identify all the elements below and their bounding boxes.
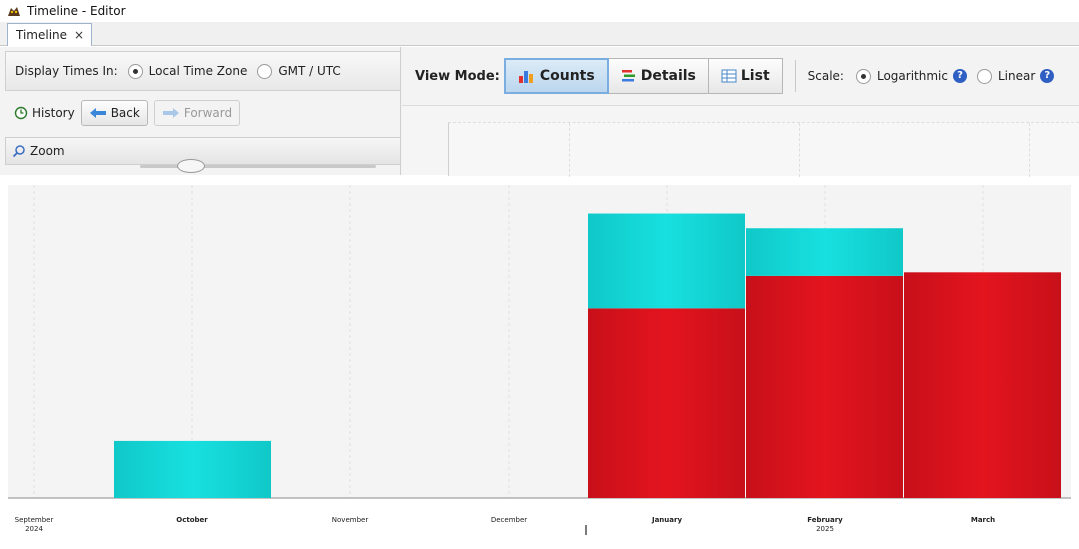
forward-button[interactable]: Forward [153,100,241,126]
preview-gridline [799,123,800,177]
radio-logarithmic[interactable]: Logarithmic [855,68,948,84]
x-tick-sublabel: 2025 [816,525,834,533]
preview-gridline [1029,123,1030,177]
x-tick-label: January [651,516,682,524]
linear-label: Linear [997,69,1036,83]
radio-selected-icon [127,63,143,79]
logarithmic-label: Logarithmic [876,69,948,83]
back-arrow-icon [89,108,106,118]
window-titlebar: Timeline - Editor [0,0,1079,22]
table-icon [721,69,737,83]
bar-january-series-0[interactable] [588,308,745,498]
top-controls: Display Times In: Local Time Zone GMT / … [0,47,1079,177]
tab-strip: Timeline × [0,22,1079,46]
view-mode-label: View Mode: [415,68,500,84]
radio-gmt-utc[interactable]: GMT / UTC [257,63,341,79]
left-panel: Display Times In: Local Time Zone GMT / … [5,47,401,175]
details-label: Details [640,68,696,84]
radio-local-time-zone[interactable]: Local Time Zone [127,63,248,79]
timeline-preview [402,105,1079,177]
history-row: History Back Forward [5,93,401,133]
preview-gridline [569,123,570,177]
x-tick-label: September [15,516,54,524]
counts-label: Counts [539,68,595,84]
right-panel: View Mode: Counts Details List Scale: Lo… [402,47,1079,177]
bar-march-series-0[interactable] [904,272,1061,498]
x-tick-label: March [971,516,995,524]
forward-arrow-icon [162,108,179,118]
zoom-slider-thumb[interactable] [177,159,205,173]
toolbar-divider [794,60,796,92]
counts-chart: September 2024 October November December Janu… [0,180,1079,549]
radio-unselected-icon [257,63,273,79]
radio-unselected-icon [976,68,992,84]
radio-linear[interactable]: Linear [976,68,1036,84]
list-label: List [740,68,770,84]
counts-mode-button[interactable]: Counts [503,58,609,94]
bar-october-series-1[interactable] [114,440,271,498]
zoom-slider-track[interactable] [140,165,376,168]
x-tick-label: February [807,516,843,524]
tab-label: Timeline [16,28,68,42]
zoom-slider-row [5,159,401,175]
bar-february-series-0[interactable] [746,275,903,498]
close-icon[interactable]: × [74,28,84,42]
bar-chart-icon [518,71,533,83]
history-label-group: History [14,106,75,120]
help-icon[interactable]: ? [952,69,967,83]
back-button[interactable]: Back [80,100,148,126]
x-tick-sublabel: 2024 [25,525,43,533]
tab-timeline[interactable]: Timeline × [7,23,92,46]
radio-gmt-label: GMT / UTC [278,64,341,78]
details-mode-button[interactable]: Details [608,58,709,94]
history-icon [14,106,28,120]
time-zone-row: Display Times In: Local Time Zone GMT / … [5,51,401,91]
preview-plot-area [448,122,1079,177]
x-tick-label: October [176,516,208,524]
zoom-header[interactable]: Zoom [5,137,401,165]
window-title: Timeline - Editor [27,4,126,18]
forward-label: Forward [183,106,233,120]
view-mode-toolbar: View Mode: Counts Details List Scale: Lo… [402,55,1079,97]
magnifier-icon [12,145,25,158]
app-icon [8,7,20,16]
history-label: History [32,106,75,120]
bar-january-series-1[interactable] [588,213,745,309]
zoom-label: Zoom [30,144,65,158]
counts-chart-svg: September2024 October November December Janu… [8,185,1071,535]
radio-local-label: Local Time Zone [148,64,248,78]
x-tick-label: November [332,516,369,524]
back-label: Back [110,106,140,120]
scale-label: Scale: [807,69,844,83]
help-icon[interactable]: ? [1040,69,1055,83]
radio-selected-icon [855,68,871,84]
x-tick-label: December [491,516,527,524]
details-icon [621,70,635,82]
bar-february-series-1[interactable] [746,228,903,276]
list-mode-button[interactable]: List [708,58,783,94]
time-zone-label: Display Times In: [15,64,118,78]
